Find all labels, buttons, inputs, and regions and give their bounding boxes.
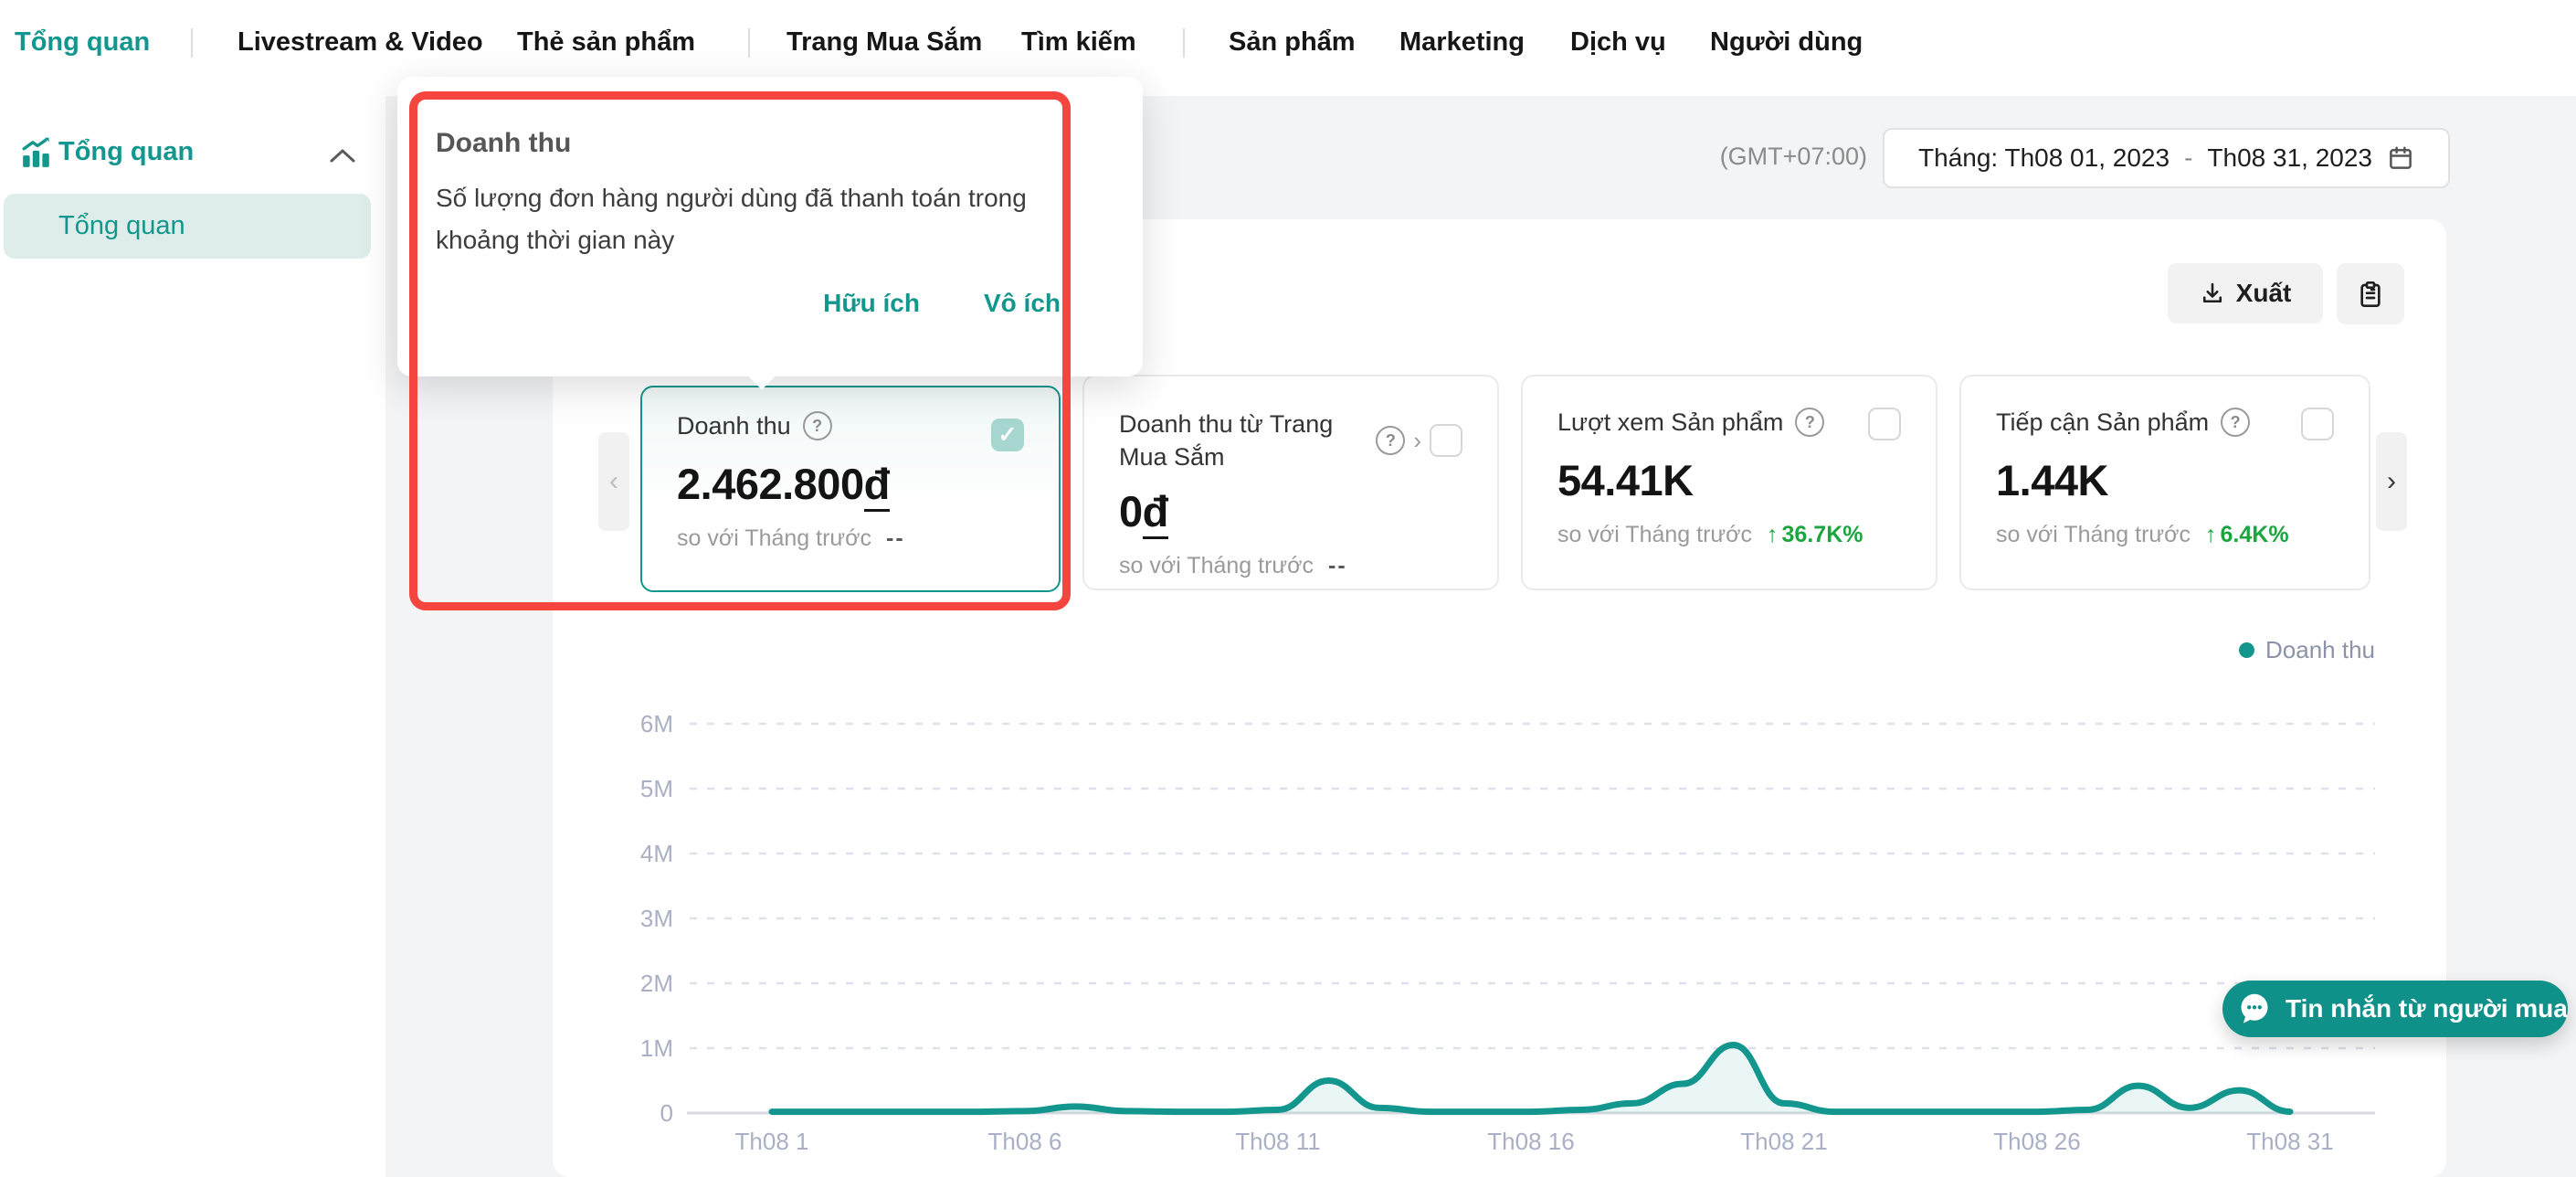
top-navigation: Tổng quan Livestream & Video Thẻ sản phẩ…	[0, 0, 2576, 96]
currency-unit: đ	[864, 460, 890, 512]
nav-divider	[191, 28, 193, 58]
date-range-end: Th08 31, 2023	[2207, 143, 2372, 173]
card-title: Doanh thu từ Trang Mua Sắm	[1119, 408, 1358, 473]
card-compare-row: so với Tháng trước ↑ 6.4K%	[1996, 522, 2334, 548]
svg-text:6M: 6M	[640, 710, 673, 737]
svg-text:Th08 21: Th08 21	[1740, 1128, 1827, 1155]
card-checkbox-unchecked[interactable]	[2301, 408, 2334, 440]
timezone-label: (GMT+07:00)	[1720, 143, 1867, 171]
export-button-label: Xuất	[2236, 279, 2292, 308]
chevron-up-icon[interactable]	[329, 146, 356, 164]
change-value: --	[886, 525, 905, 552]
change-value: --	[1328, 553, 1347, 579]
svg-text:1M: 1M	[640, 1034, 673, 1062]
download-icon	[2200, 281, 2225, 306]
nav-divider	[748, 28, 750, 58]
report-button[interactable]	[2337, 263, 2404, 324]
cards-scroll-prev-button[interactable]: ‹	[598, 432, 629, 531]
buyer-messages-label: Tin nhắn từ người mua	[2286, 994, 2568, 1023]
sidebar-section-label: Tổng quan	[58, 137, 194, 167]
card-title: Doanh thu	[677, 412, 791, 440]
nav-tab-livestream-video[interactable]: Livestream & Video	[238, 27, 483, 58]
svg-text:Th08 1: Th08 1	[735, 1128, 809, 1155]
chat-bubble-icon	[2235, 990, 2274, 1028]
svg-text:4M: 4M	[640, 840, 673, 867]
revenue-line-chart[interactable]: 0 1M 2M 3M 4M 5M 6M Th08 1 Th08 6 Th08 11 Th08 16 T…	[553, 603, 2446, 1177]
svg-text:Th08 11: Th08 11	[1235, 1128, 1320, 1155]
card-title: Tiếp cận Sản phẩm	[1996, 408, 2209, 437]
not-helpful-link[interactable]: Vô ích	[984, 289, 1061, 318]
currency-unit: đ	[1143, 487, 1168, 539]
nav-tab-dich-vu[interactable]: Dịch vụ	[1570, 27, 1666, 58]
svg-text:3M: 3M	[640, 905, 673, 932]
buyer-messages-button[interactable]: Tin nhắn từ người mua	[2222, 981, 2568, 1037]
metric-card-tiep-can-san-pham[interactable]: Tiếp cận Sản phẩm ? 1.44K so với Tháng t…	[1959, 375, 2370, 590]
svg-text:Th08 31: Th08 31	[2246, 1128, 2333, 1155]
card-compare-row: so với Tháng trước --	[677, 525, 1024, 552]
card-compare-row: so với Tháng trước ↑ 36.7K%	[1557, 522, 1901, 548]
date-range-separator: -	[2184, 143, 2192, 173]
nav-tab-the-san-pham[interactable]: Thẻ sản phẩm	[517, 27, 695, 58]
sidebar-section-overview[interactable]: Tổng quan	[0, 135, 385, 175]
metric-card-doanh-thu-trang-mua-sam[interactable]: Doanh thu từ Trang Mua Sắm ? › 0đ so với…	[1082, 375, 1499, 590]
date-range-start: Tháng: Th08 01, 2023	[1918, 143, 2170, 173]
chevron-left-icon: ‹	[609, 466, 618, 497]
card-title: Lượt xem Sản phẩm	[1557, 408, 1783, 437]
help-icon[interactable]: ?	[2221, 408, 2250, 437]
cards-scroll-next-button[interactable]: ›	[2376, 432, 2407, 531]
svg-text:5M: 5M	[640, 775, 673, 802]
analytics-dashboard: Tổng quan Livestream & Video Thẻ sản phẩ…	[0, 0, 2576, 1177]
help-icon[interactable]: ?	[803, 411, 832, 440]
change-value-up: ↑ 6.4K%	[2205, 522, 2289, 548]
metric-card-doanh-thu[interactable]: Doanh thu ? ✓ 2.462.800đ so với Tháng tr…	[640, 386, 1061, 592]
nav-tab-marketing[interactable]: Marketing	[1399, 27, 1525, 58]
svg-text:Th08 26: Th08 26	[1993, 1128, 2080, 1155]
check-icon: ✓	[998, 421, 1018, 449]
tooltip-title: Doanh thu	[436, 128, 571, 159]
date-range-picker[interactable]: Tháng: Th08 01, 2023 - Th08 31, 2023	[1883, 128, 2450, 188]
export-button[interactable]: Xuất	[2168, 263, 2323, 323]
clipboard-list-icon	[2356, 280, 2385, 309]
card-value: 1.44K	[1996, 455, 2334, 505]
svg-text:Th08 16: Th08 16	[1487, 1128, 1574, 1155]
svg-text:Th08 6: Th08 6	[988, 1128, 1062, 1155]
help-icon[interactable]: ?	[1795, 408, 1824, 437]
chevron-right-icon: ›	[2387, 466, 2396, 497]
nav-tab-trang-mua-sam[interactable]: Trang Mua Sắm	[787, 27, 982, 58]
bar-chart-trend-icon	[20, 137, 53, 170]
nav-tab-nguoi-dung[interactable]: Người dùng	[1710, 27, 1863, 58]
card-value: 54.41K	[1557, 455, 1901, 505]
metric-tooltip-popup: Doanh thu Số lượng đơn hàng người dùng đ…	[397, 77, 1143, 376]
chevron-right-icon[interactable]: ›	[1413, 427, 1421, 455]
nav-tab-san-pham[interactable]: Sản phẩm	[1229, 27, 1356, 58]
change-value-up: ↑ 36.7K%	[1767, 522, 1863, 548]
card-value: 2.462.800đ	[677, 459, 1024, 509]
svg-text:0: 0	[660, 1099, 673, 1127]
card-checkbox-unchecked[interactable]	[1868, 408, 1901, 440]
trend-up-icon: ↑	[1767, 522, 1779, 548]
calendar-icon	[2387, 144, 2414, 172]
nav-tab-tim-kiem[interactable]: Tìm kiếm	[1021, 27, 1136, 58]
nav-tab-tong-quan[interactable]: Tổng quan	[15, 27, 150, 58]
help-icon[interactable]: ?	[1376, 426, 1405, 455]
helpful-link[interactable]: Hữu ích	[823, 289, 920, 318]
sidebar-item-tong-quan[interactable]: Tổng quan	[4, 194, 371, 259]
card-checkbox-unchecked[interactable]	[1430, 424, 1462, 457]
card-checkbox-checked[interactable]: ✓	[991, 419, 1024, 451]
metric-card-luot-xem-san-pham[interactable]: Lượt xem Sản phẩm ? 54.41K so với Tháng …	[1521, 375, 1937, 590]
card-value: 0đ	[1119, 486, 1462, 536]
trend-up-icon: ↑	[2205, 522, 2217, 548]
nav-divider	[1183, 28, 1185, 58]
tooltip-body: Số lượng đơn hàng người dùng đã thanh to…	[436, 177, 1066, 261]
card-compare-row: so với Tháng trước --	[1119, 553, 1462, 579]
svg-text:2M: 2M	[640, 970, 673, 997]
